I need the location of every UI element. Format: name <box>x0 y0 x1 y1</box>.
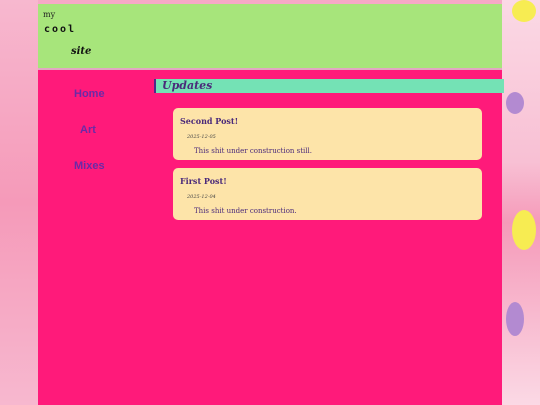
post-date: 2025-12-04 <box>187 194 216 200</box>
background-wallpaper-right <box>502 0 540 405</box>
post-date: 2025-12-05 <box>187 134 216 140</box>
post-body: This shit under construction. <box>194 207 297 215</box>
background-wallpaper-left <box>0 0 38 405</box>
wallpaper-eye-shape <box>506 302 524 336</box>
nav-link-art[interactable]: Art <box>80 124 96 136</box>
site-title-cool: cool <box>44 24 77 35</box>
nav-link-home[interactable]: Home <box>74 88 105 100</box>
post-title: Second Post! <box>180 116 239 126</box>
site-title-my: my <box>43 10 56 19</box>
site-title-site: site <box>71 46 92 57</box>
wallpaper-eye-shape <box>506 92 524 114</box>
site-header: my cool site <box>38 4 502 70</box>
nav-link-mixes[interactable]: Mixes <box>74 160 105 172</box>
post-body: This shit under construction still. <box>194 147 312 155</box>
wallpaper-flower-shape <box>512 210 536 250</box>
post-title: First Post! <box>180 176 227 186</box>
wallpaper-flower-shape <box>512 0 536 22</box>
updates-header: Updates <box>154 79 504 93</box>
post-card: Second Post! 2025-12-05 This shit under … <box>173 108 482 160</box>
updates-title: Updates <box>162 79 213 92</box>
post-card: First Post! 2025-12-04 This shit under c… <box>173 168 482 220</box>
